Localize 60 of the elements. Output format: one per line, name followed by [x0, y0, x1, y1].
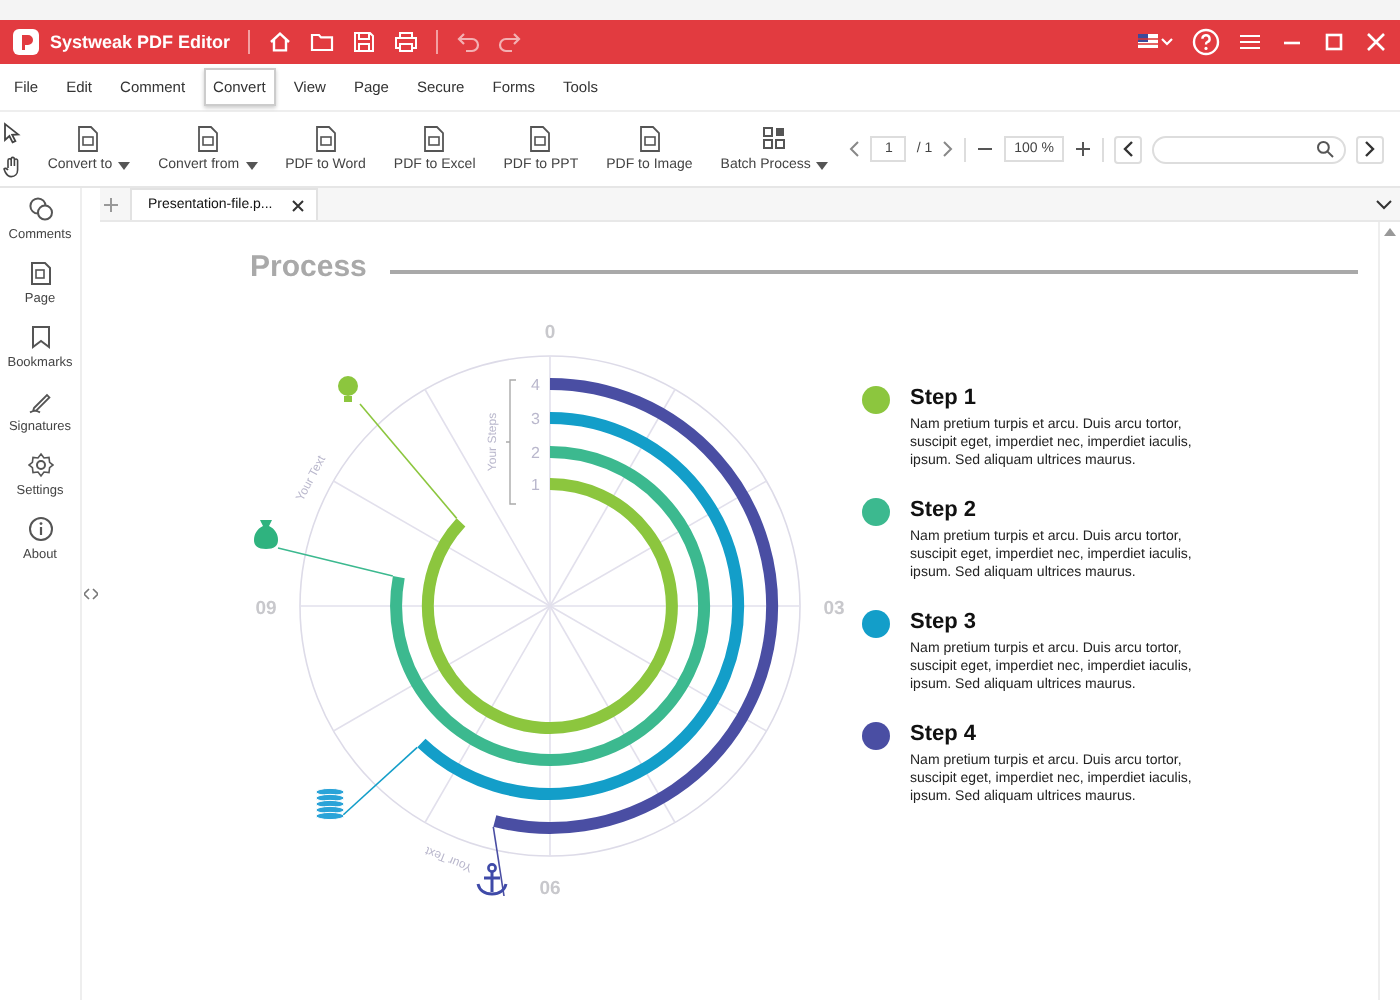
print-icon[interactable] [394, 30, 419, 54]
step-title: Step 4 [910, 722, 979, 746]
help-icon[interactable] [1192, 28, 1220, 56]
bookmark-icon [27, 324, 53, 350]
home-icon[interactable] [268, 30, 293, 54]
search-previous-button[interactable] [1114, 135, 1142, 163]
ring-number: 3 [531, 410, 540, 428]
search-next-button[interactable] [1356, 135, 1384, 163]
folder-icon[interactable] [310, 30, 335, 54]
ring-number: 4 [531, 376, 540, 394]
flag-dropdown-icon[interactable] [1138, 32, 1174, 52]
pointer-icon[interactable] [1, 121, 22, 143]
money-bag-icon [254, 520, 278, 549]
maximize-icon[interactable] [1322, 30, 1346, 54]
leader-line [359, 403, 458, 520]
leader-line [341, 746, 418, 817]
chevron-down-icon[interactable] [1376, 199, 1392, 209]
lightbulb-icon [338, 376, 358, 402]
panel-resize-icon[interactable] [84, 588, 98, 600]
hand-icon[interactable] [1, 155, 22, 177]
redo-icon[interactable] [498, 30, 523, 54]
document-icon [528, 126, 553, 152]
search-field[interactable] [1152, 135, 1346, 163]
leader-line [492, 826, 505, 897]
leader-line [277, 547, 394, 577]
app-logo-icon [12, 28, 40, 56]
search-icon [1316, 140, 1334, 158]
page-icon [27, 260, 53, 286]
undo-icon[interactable] [456, 30, 481, 54]
window-title: Systweak PDF Editor [50, 32, 231, 52]
menu-icon[interactable] [1238, 30, 1262, 54]
scroll-up-icon[interactable] [1384, 228, 1396, 236]
document-icon [313, 126, 338, 152]
info-icon [27, 516, 53, 542]
save-icon[interactable] [352, 30, 377, 54]
ring-number: 2 [531, 444, 540, 462]
ring-number: 1 [531, 476, 540, 494]
new-tab-icon[interactable] [104, 197, 118, 211]
close-icon[interactable] [1364, 30, 1388, 54]
document-icon [195, 126, 220, 152]
coins-icon [315, 787, 345, 821]
settings-icon [27, 452, 53, 478]
document-icon [637, 126, 662, 152]
zoom-in-icon[interactable] [1074, 140, 1092, 158]
grid-icon [762, 126, 787, 152]
document-icon [422, 126, 447, 152]
anchor-icon [476, 863, 508, 896]
signature-icon [27, 388, 53, 414]
page-heading: Process [250, 250, 367, 284]
bracket-icon [505, 379, 517, 505]
document-icon [76, 126, 101, 152]
next-page-icon[interactable] [942, 140, 955, 158]
step-title: Step 1 [910, 386, 979, 410]
comments-icon [27, 196, 53, 222]
previous-page-icon[interactable] [848, 140, 861, 158]
step-title: Step 2 [910, 498, 979, 522]
close-tab-icon[interactable] [292, 199, 305, 211]
chevron-right-icon [1364, 140, 1376, 158]
step-title: Step 3 [910, 610, 979, 634]
chevron-left-icon [1122, 140, 1134, 158]
